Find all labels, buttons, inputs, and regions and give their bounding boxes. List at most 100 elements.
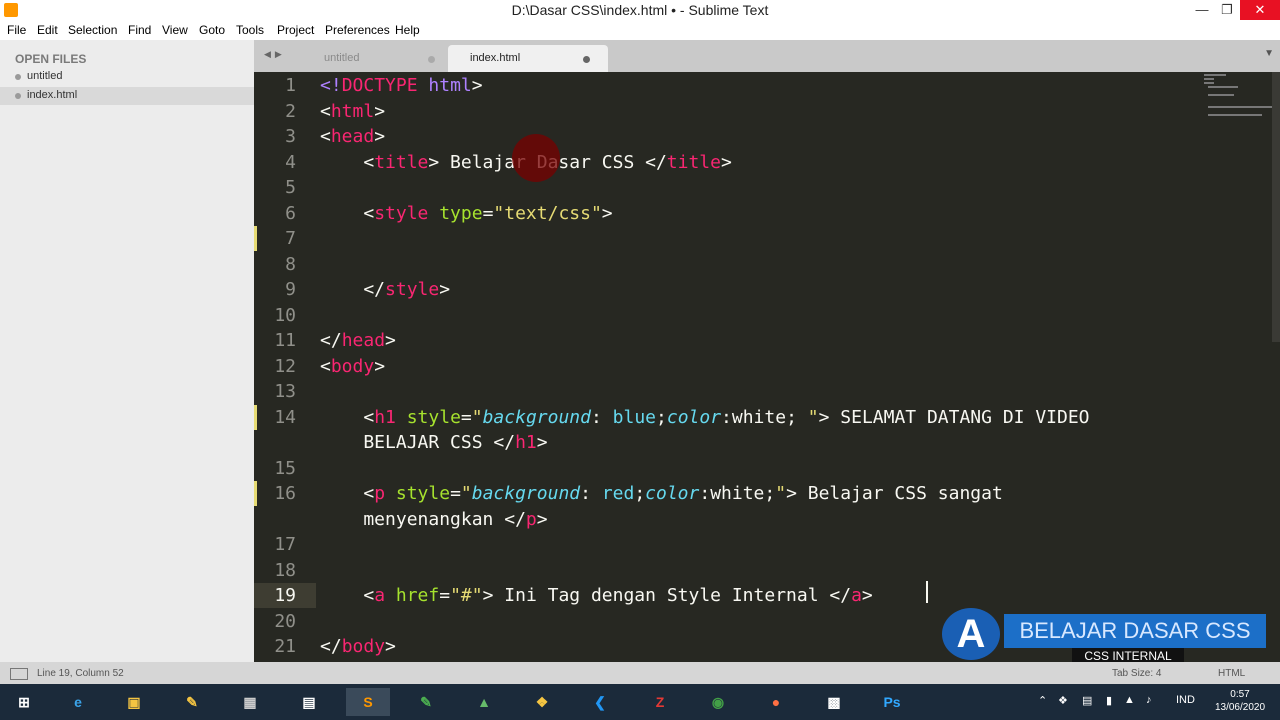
cursor-position: Line 19, Column 52 [37, 668, 124, 679]
code-line[interactable]: 6 <style type="text/css"> [254, 201, 1280, 226]
unsaved-dot-icon [15, 74, 21, 80]
tab-dirty-dot-icon[interactable] [428, 56, 435, 63]
tray-dropbox-icon[interactable]: ❖ [1058, 694, 1068, 707]
code-line[interactable]: 17 [254, 532, 1280, 557]
code-text[interactable]: <body> [320, 354, 385, 379]
code-line[interactable]: 9 </style> [254, 277, 1280, 302]
code-line[interactable]: 11 </head> [254, 328, 1280, 353]
tab-dirty-dot-icon[interactable] [583, 56, 590, 63]
code-text[interactable]: <a href="#"> Ini Tag dengan Style Intern… [320, 583, 872, 608]
sidebar: OPEN FILES untitled index.html [0, 40, 254, 662]
minimize-button[interactable]: — [1188, 0, 1216, 20]
internet-explorer-icon[interactable]: e [56, 688, 100, 716]
menu-help[interactable]: Help [395, 23, 420, 37]
panel-toggle-icon[interactable] [10, 668, 28, 680]
code-text[interactable]: menyenangkan </p> [320, 507, 547, 532]
code-line[interactable]: 10 [254, 303, 1280, 328]
vscode-icon[interactable]: ❮ [578, 688, 622, 716]
channel-logo: A [942, 608, 1000, 660]
menu-find[interactable]: Find [128, 23, 151, 37]
code-line[interactable]: 4 <title> Belajar Dasar CSS </title> [254, 150, 1280, 175]
chrome-icon[interactable]: ◉ [696, 688, 740, 716]
code-editor[interactable]: 1 <!DOCTYPE html> 2 <html> 3 <head> 4 <title> … [254, 72, 1280, 662]
calculator-icon[interactable]: ▦ [228, 688, 272, 716]
code-text[interactable]: <h1 style="background: blue;color:white;… [320, 405, 1089, 430]
code-text[interactable]: BELAJAR CSS </h1> [320, 430, 547, 455]
code-line[interactable]: 3 <head> [254, 124, 1280, 149]
code-line[interactable]: 12 <body> [254, 354, 1280, 379]
code-line[interactable]: 5 [254, 175, 1280, 200]
tray-wifi-icon[interactable]: ▲ [1124, 694, 1135, 706]
sidebar-file-label: untitled [27, 70, 63, 82]
menu-edit[interactable]: Edit [37, 23, 58, 37]
tray-volume-icon[interactable]: ♪ [1146, 694, 1152, 706]
photoshop-icon[interactable]: Ps [870, 688, 914, 716]
tab-nav-arrows-icon[interactable]: ◀▶ [264, 49, 286, 60]
code-text[interactable]: <style type="text/css"> [320, 201, 612, 226]
code-line[interactable]: BELAJAR CSS </h1> [254, 430, 1280, 455]
line-number: 21 [274, 636, 296, 657]
line-number: 7 [285, 228, 296, 249]
sidebar-file-index[interactable]: index.html [0, 87, 254, 105]
line-number: 6 [285, 202, 296, 224]
tab-untitled[interactable]: untitled [294, 45, 444, 72]
code-line[interactable]: 18 [254, 558, 1280, 583]
tab-label: index.html [470, 52, 521, 64]
code-line[interactable]: 8 [254, 252, 1280, 277]
tab-size-indicator[interactable]: Tab Size: 4 [1112, 668, 1161, 679]
clock-time: 0:57 [1230, 689, 1250, 700]
menu-selection[interactable]: Selection [68, 23, 117, 37]
code-text[interactable]: </head> [320, 328, 396, 353]
code-text[interactable]: </style> [320, 277, 450, 302]
tray-battery-icon[interactable]: ▮ [1106, 694, 1112, 707]
code-line[interactable]: 2 <html> [254, 99, 1280, 124]
code-line[interactable]: 15 [254, 456, 1280, 481]
code-line[interactable]: 13 [254, 379, 1280, 404]
windows-start-icon[interactable]: ⊞ [2, 688, 46, 716]
line-number: 18 [274, 559, 296, 581]
code-editor-app-icon[interactable]: ▤ [287, 688, 331, 716]
maximize-button[interactable]: ❐ [1213, 0, 1241, 20]
sidebar-file-label: index.html [27, 89, 78, 101]
tray-language[interactable]: IND [1176, 694, 1195, 706]
syntax-indicator[interactable]: HTML [1218, 668, 1245, 679]
firefox-icon[interactable]: ● [754, 688, 798, 716]
code-text[interactable]: </body> [320, 634, 396, 659]
code-text[interactable]: <!DOCTYPE html> [320, 73, 483, 98]
line-number: 3 [285, 126, 296, 147]
video-editor-icon[interactable]: ▩ [812, 688, 856, 716]
taskbar-clock[interactable]: 0:57 13/06/2020 [1210, 688, 1270, 714]
code-text[interactable]: <head> [320, 124, 385, 149]
tab-list-chevron-icon[interactable]: ▼ [1264, 48, 1274, 59]
tab-index-html[interactable]: index.html [448, 45, 608, 72]
android-studio-icon[interactable]: ▲ [462, 688, 506, 716]
sidebar-file-untitled[interactable]: untitled [0, 68, 254, 86]
menu-preferences[interactable]: Preferences [325, 23, 390, 37]
menu-view[interactable]: View [162, 23, 188, 37]
code-line[interactable]: menyenangkan </p> [254, 507, 1280, 532]
sublime-text-icon[interactable]: S [346, 688, 390, 716]
filezilla-icon[interactable]: Z [638, 688, 682, 716]
line-number: 20 [274, 610, 296, 632]
menu-goto[interactable]: Goto [199, 23, 225, 37]
xampp-icon[interactable]: ❖ [520, 688, 564, 716]
tray-network-icon[interactable]: ▤ [1082, 694, 1092, 707]
tray-chevron-icon[interactable]: ⌃ [1038, 694, 1047, 707]
line-number: 8 [285, 253, 296, 275]
code-text[interactable]: <html> [320, 99, 385, 124]
file-explorer-icon[interactable]: ▣ [112, 688, 156, 716]
menu-tools[interactable]: Tools [236, 23, 264, 37]
code-line[interactable]: 1 <!DOCTYPE html> [254, 73, 1280, 98]
line-number: 1 [285, 75, 296, 96]
line-number: 9 [285, 279, 296, 300]
menu-project[interactable]: Project [277, 23, 314, 37]
code-line[interactable]: 14 <h1 style="background: blue;color:whi… [254, 405, 1280, 430]
menu-bar: File Edit Selection Find View Goto Tools… [0, 20, 1280, 40]
paint-tool-icon[interactable]: ✎ [170, 688, 214, 716]
code-line[interactable]: 7 [254, 226, 1280, 251]
close-button[interactable]: ✕ [1240, 0, 1280, 20]
code-text[interactable]: <p style="background: red;color:white;">… [320, 481, 1002, 506]
notepad-plus-icon[interactable]: ✎ [404, 688, 448, 716]
menu-file[interactable]: File [7, 23, 26, 37]
code-line[interactable]: 16 <p style="background: red;color:white… [254, 481, 1280, 506]
